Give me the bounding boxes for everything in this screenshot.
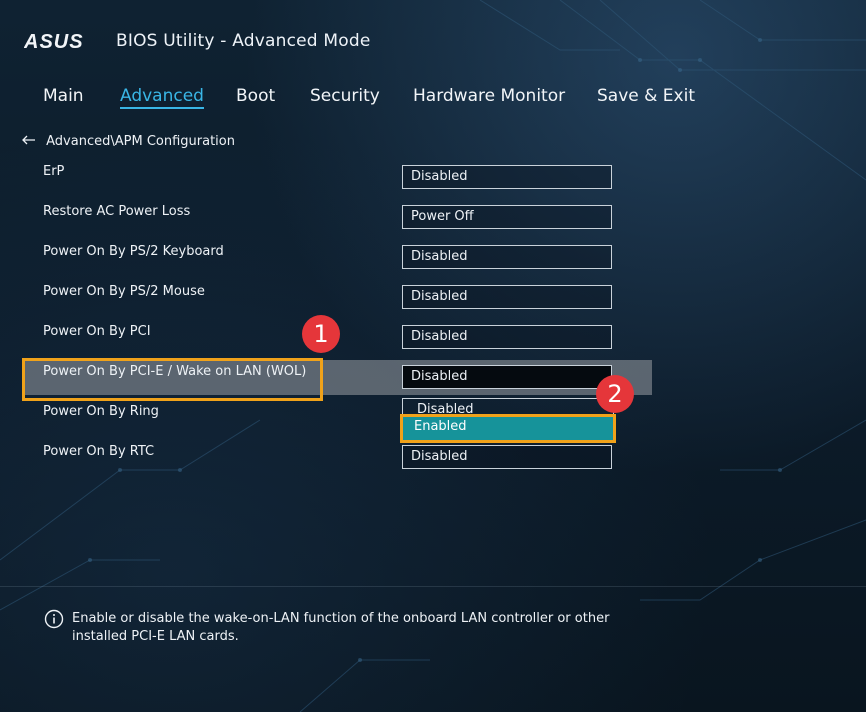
setting-label-ps2-keyboard: Power On By PS/2 Keyboard	[43, 244, 224, 259]
setting-label-erp: ErP	[43, 164, 65, 179]
app-title: BIOS Utility - Advanced Mode	[116, 31, 371, 51]
annotation-box-wol-label	[22, 358, 323, 401]
step-marker-2: 2	[596, 375, 634, 413]
help-text: Enable or disable the wake-on-LAN functi…	[72, 611, 610, 644]
breadcrumb[interactable]: Advanced\APM Configuration	[22, 134, 235, 149]
setting-label-restore-ac-power-loss: Restore AC Power Loss	[43, 204, 191, 219]
setting-label-rtc: Power On By RTC	[43, 444, 155, 459]
ps2-mouse-select[interactable]: Disabled	[402, 285, 612, 309]
asus-logo: ASUS	[24, 31, 84, 51]
tab-advanced[interactable]: Advanced	[120, 86, 204, 109]
help-divider	[0, 586, 866, 587]
erp-select[interactable]: Disabled	[402, 165, 612, 189]
tab-bar: Main Advanced Boot Security Hardware Mon…	[0, 86, 866, 114]
annotation-box-enabled-option	[400, 414, 616, 443]
tab-security[interactable]: Security	[310, 86, 380, 106]
title-bar: ASUS BIOS Utility - Advanced Mode	[0, 0, 866, 75]
tab-boot[interactable]: Boot	[236, 86, 275, 106]
rtc-select[interactable]: Disabled	[402, 445, 612, 469]
pci-select[interactable]: Disabled	[402, 325, 612, 349]
setting-label-ring: Power On By Ring	[43, 404, 159, 419]
tab-main[interactable]: Main	[43, 86, 84, 106]
setting-label-pci: Power On By PCI	[43, 324, 151, 339]
back-arrow-icon[interactable]	[22, 135, 36, 145]
ps2-keyboard-select[interactable]: Disabled	[402, 245, 612, 269]
restore-ac-power-loss-select[interactable]: Power Off	[402, 205, 612, 229]
tab-hardware-monitor[interactable]: Hardware Monitor	[413, 86, 565, 106]
info-icon	[44, 609, 64, 629]
step-marker-1: 1	[302, 315, 340, 353]
pcie-wol-select[interactable]: Disabled	[402, 365, 612, 389]
tab-save-exit[interactable]: Save & Exit	[597, 86, 695, 106]
svg-text:ASUS: ASUS	[24, 31, 84, 51]
breadcrumb-path: Advanced\APM Configuration	[46, 134, 235, 149]
setting-label-ps2-mouse: Power On By PS/2 Mouse	[43, 284, 205, 299]
